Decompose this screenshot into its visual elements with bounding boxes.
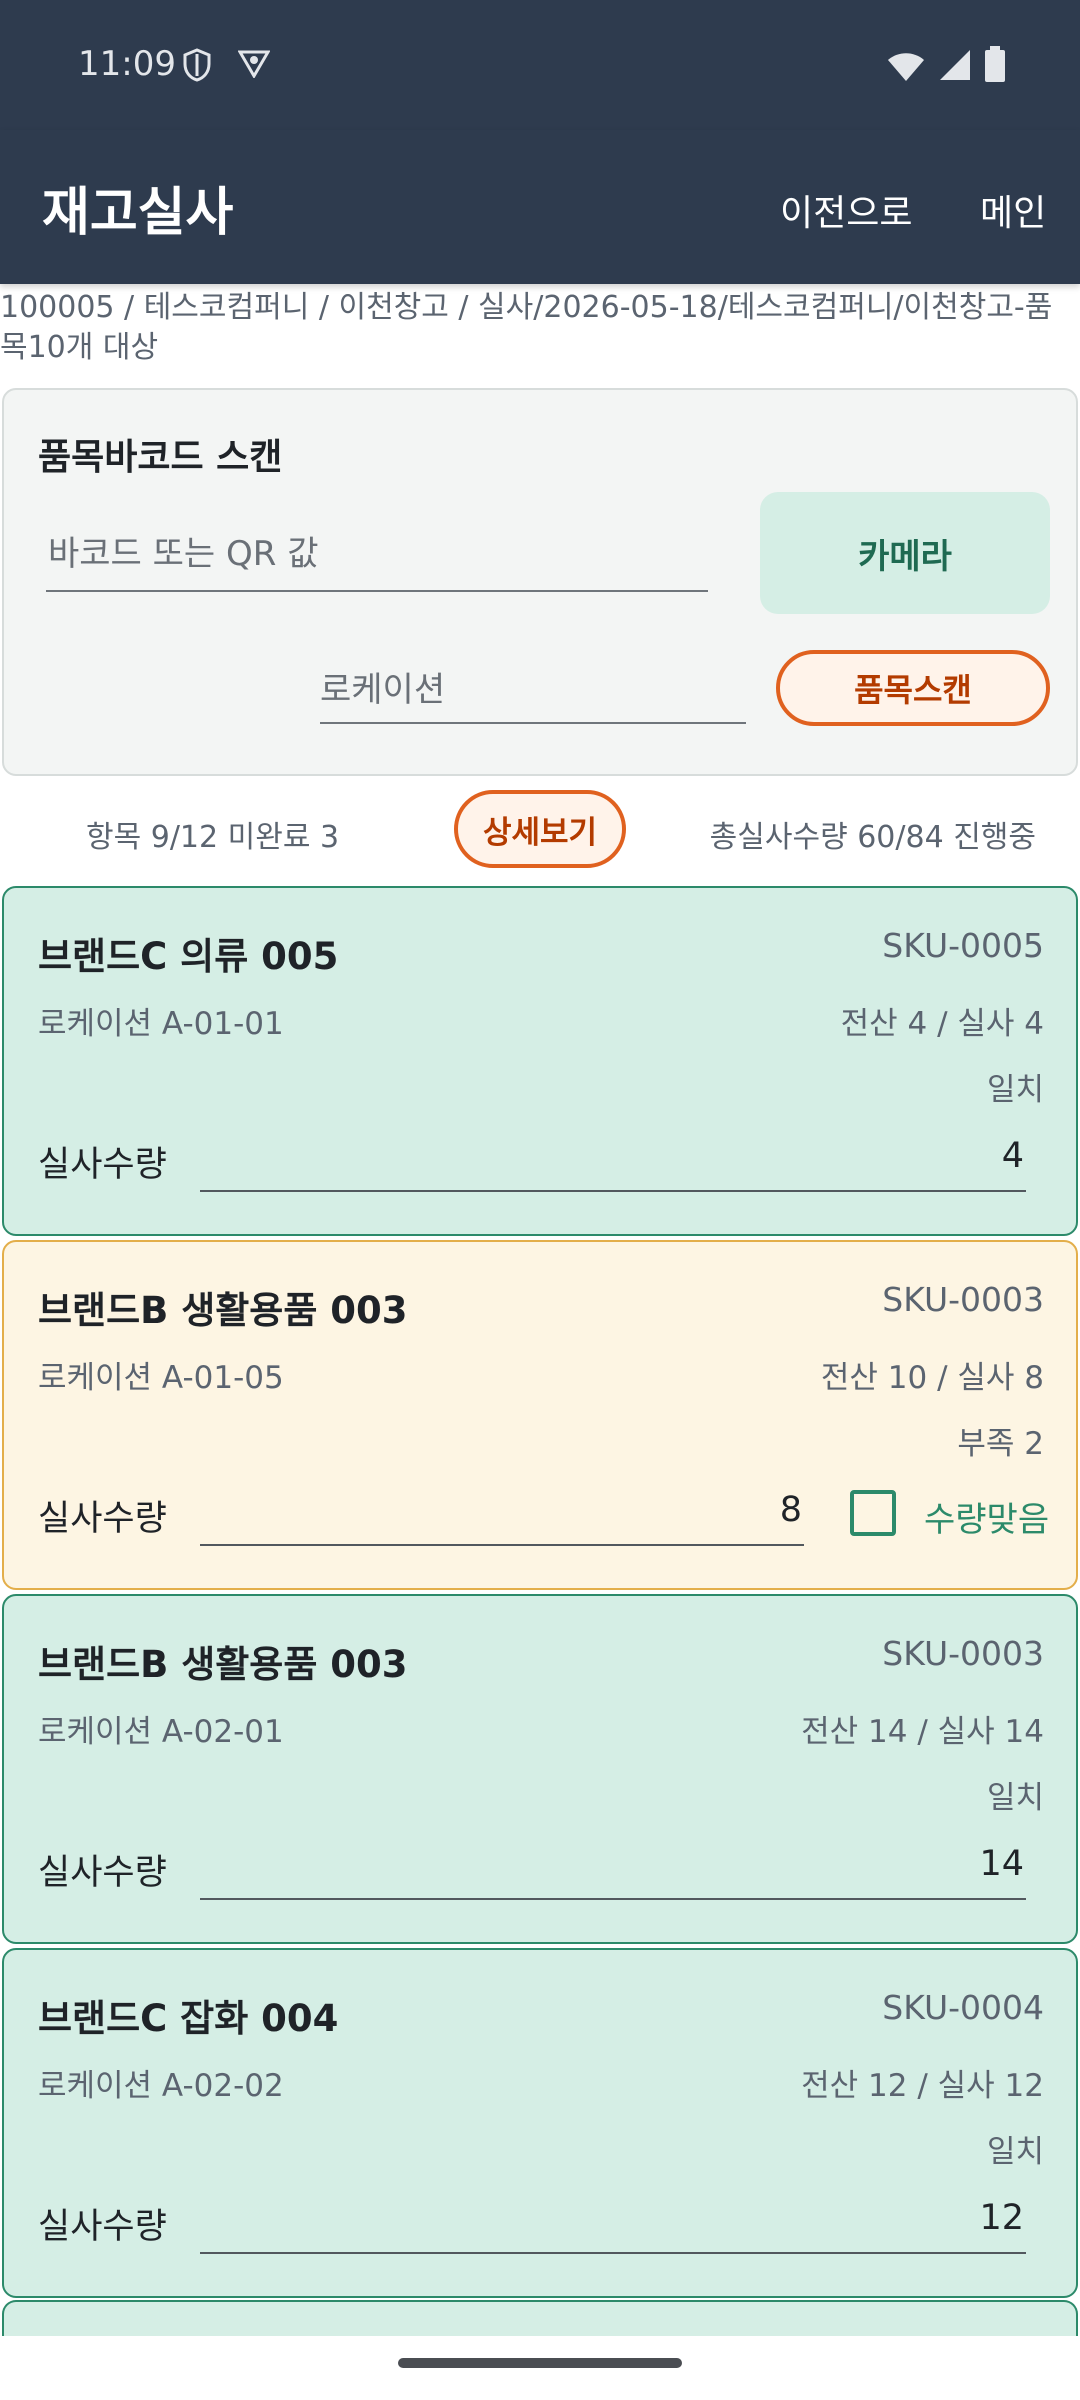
status-bar: 11:09 <box>0 0 1080 130</box>
quantity-match-checkbox[interactable] <box>850 1490 896 1536</box>
item-name: 브랜드B 생활용품 003 <box>38 1289 408 1332</box>
total-progress-text: 총실사수량 60/84 진행중 <box>709 820 1036 855</box>
item-location: 로케이션 A-01-05 <box>38 1360 284 1396</box>
item-location: 로케이션 A-02-02 <box>38 2068 284 2104</box>
main-button[interactable]: 메인 <box>980 184 1046 236</box>
count-input[interactable]: 12 <box>200 2188 1026 2254</box>
inventory-item-card[interactable]: 브랜드C 잡화 004 SKU-0004 로케이션 A-02-02 전산 12 … <box>2 1948 1078 2298</box>
item-location: 로케이션 A-01-01 <box>38 1006 284 1042</box>
item-location: 로케이션 A-02-01 <box>38 1714 284 1750</box>
item-quantity-compare: 전산 12 / 실사 12 <box>801 2068 1044 2104</box>
location-input[interactable]: 로케이션 <box>320 662 746 724</box>
signal-icon <box>938 48 972 86</box>
item-name: 브랜드B 생활용품 003 <box>38 1643 408 1686</box>
item-name: 브랜드C 잡화 004 <box>38 1997 339 2040</box>
shield-icon <box>182 48 212 86</box>
inventory-item-card[interactable]: 브랜드C 의류 005 SKU-0005 로케이션 A-01-01 전산 4 /… <box>2 886 1078 1236</box>
detail-view-button[interactable]: 상세보기 <box>454 790 626 868</box>
summary-row: 항목 9/12 미완료 3 상세보기 총실사수량 60/84 진행중 <box>0 788 1080 870</box>
item-status: 일치 <box>986 2134 1044 2170</box>
system-nav-bar <box>0 2336 1080 2400</box>
barcode-scan-panel: 품목바코드 스캔 바코드 또는 QR 값 카메라 로케이션 품목스캔 <box>2 388 1078 776</box>
inventory-item-card[interactable]: 브랜드B 생활용품 003 SKU-0003 로케이션 A-01-05 전산 1… <box>2 1240 1078 1590</box>
back-button[interactable]: 이전으로 <box>780 184 912 236</box>
count-label: 실사수량 <box>38 2207 167 2247</box>
breadcrumb: 100005 / 테스코컴퍼니 / 이천창고 / 실사/2026-05-18/테… <box>0 290 1053 365</box>
inventory-item-card[interactable]: 브랜드B 생활용품 003 SKU-0003 로케이션 A-02-01 전산 1… <box>2 1594 1078 1944</box>
camera-button[interactable]: 카메라 <box>760 492 1050 614</box>
count-label: 실사수량 <box>38 1853 167 1893</box>
count-input[interactable]: 8 <box>200 1480 804 1546</box>
home-gesture-handle[interactable] <box>398 2358 682 2368</box>
item-quantity-compare: 전산 14 / 실사 14 <box>801 1714 1044 1750</box>
battery-icon <box>984 46 1006 86</box>
item-scan-button[interactable]: 품목스캔 <box>776 650 1050 726</box>
item-status: 일치 <box>986 1780 1044 1816</box>
count-label: 실사수량 <box>38 1145 167 1185</box>
count-label: 실사수량 <box>38 1499 167 1539</box>
count-input[interactable]: 14 <box>200 1834 1026 1900</box>
barcode-input[interactable]: 바코드 또는 QR 값 <box>46 526 708 592</box>
item-sku: SKU-0005 <box>882 926 1044 965</box>
item-quantity-compare: 전산 4 / 실사 4 <box>840 1006 1044 1042</box>
quantity-match-label[interactable]: 수량맞음 <box>924 1492 1049 1541</box>
vpn-icon <box>237 48 271 86</box>
app-bar: 재고실사 이전으로 메인 <box>0 130 1080 284</box>
item-status: 일치 <box>986 1072 1044 1108</box>
scan-title: 품목바코드 스캔 <box>38 437 283 478</box>
count-input[interactable]: 4 <box>200 1126 1026 1192</box>
item-progress-text: 항목 9/12 미완료 3 <box>86 820 340 855</box>
item-sku: SKU-0004 <box>882 1988 1044 2027</box>
item-name: 브랜드C 의류 005 <box>38 935 339 978</box>
item-status: 부족 2 <box>957 1426 1044 1462</box>
inventory-item-card-partial[interactable] <box>2 2300 1078 2340</box>
status-time: 11:09 <box>78 44 176 84</box>
page-title: 재고실사 <box>42 183 234 243</box>
item-sku: SKU-0003 <box>882 1634 1044 1673</box>
item-sku: SKU-0003 <box>882 1280 1044 1319</box>
item-quantity-compare: 전산 10 / 실사 8 <box>820 1360 1044 1396</box>
wifi-icon <box>886 50 926 86</box>
